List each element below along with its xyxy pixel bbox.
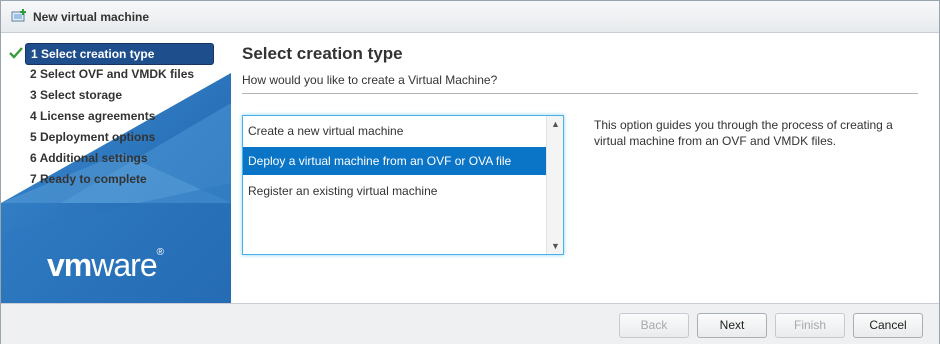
wizard-sidebar: 1 Select creation type 2 Select OVF and … [1, 33, 231, 303]
page-question: How would you like to create a Virtual M… [242, 73, 498, 87]
step-ready-to-complete[interactable]: 7 Ready to complete [25, 169, 147, 189]
scroll-up-icon[interactable]: ▲ [551, 119, 560, 129]
vmware-logo: vmware® [47, 247, 164, 284]
back-button[interactable]: Back [619, 313, 689, 338]
divider [242, 93, 918, 94]
wizard-footer: Back Next Finish Cancel [1, 303, 939, 344]
new-vm-icon [11, 9, 26, 22]
step-select-storage[interactable]: 3 Select storage [25, 85, 122, 105]
step-license-agreements[interactable]: 4 License agreements [25, 106, 155, 126]
step-additional-settings[interactable]: 6 Additional settings [25, 148, 148, 168]
step-select-creation-type[interactable]: 1 Select creation type [25, 43, 214, 65]
list-scrollbar[interactable]: ▲ ▼ [546, 116, 563, 254]
option-deploy-from-ovf[interactable]: Deploy a virtual machine from an OVF or … [243, 147, 550, 175]
option-create-new-vm[interactable]: Create a new virtual machine [243, 117, 550, 145]
main-panel: Select creation type How would you like … [232, 33, 939, 303]
finish-button[interactable]: Finish [775, 313, 845, 338]
logo-registered-mark: ® [156, 247, 164, 258]
scroll-down-icon[interactable]: ▼ [551, 241, 560, 251]
window-title: New virtual machine [33, 10, 150, 24]
title-bar: New virtual machine [1, 1, 939, 33]
logo-ware: ware [91, 247, 157, 283]
check-icon [9, 47, 23, 59]
new-vm-dialog: New virtual machine 1 Select creation ty… [0, 0, 940, 344]
option-description: This option guides you through the proce… [594, 118, 893, 148]
page-title: Select creation type [242, 44, 403, 63]
next-button[interactable]: Next [697, 313, 767, 338]
cancel-button[interactable]: Cancel [853, 313, 923, 338]
logo-vm: vm [47, 247, 92, 283]
option-register-existing-vm[interactable]: Register an existing virtual machine [243, 177, 550, 205]
step-select-ovf-vmdk[interactable]: 2 Select OVF and VMDK files [25, 64, 194, 84]
creation-type-list[interactable]: Create a new virtual machine Deploy a vi… [242, 115, 564, 255]
step-deployment-options[interactable]: 5 Deployment options [25, 127, 155, 147]
